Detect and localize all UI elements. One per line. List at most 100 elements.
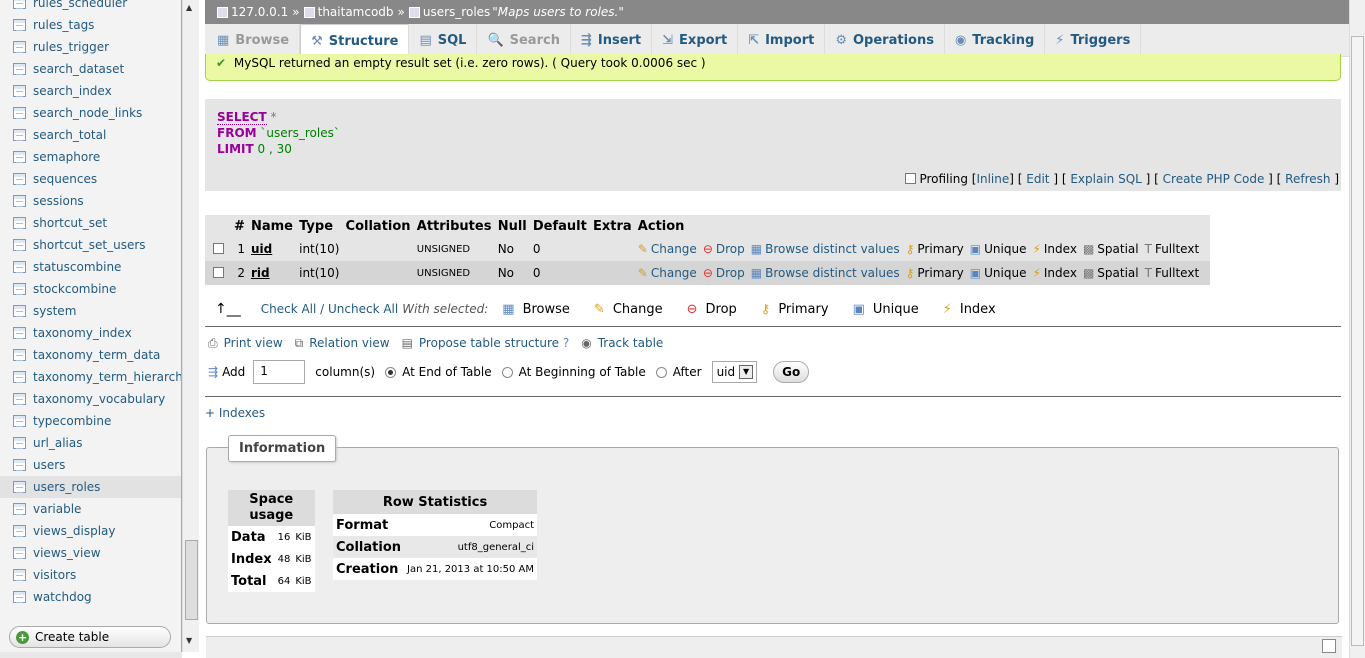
- relation-view-link[interactable]: ⧉ Relation view: [295, 336, 390, 351]
- sidebar-item-search-index[interactable]: search_index: [0, 80, 181, 102]
- go-button[interactable]: Go: [773, 361, 810, 383]
- table-icon[interactable]: [13, 85, 26, 97]
- tab-operations[interactable]: ⚙ Operations: [825, 24, 945, 57]
- breadcrumb-server[interactable]: 127.0.0.1: [231, 5, 288, 19]
- action-drop[interactable]: ⊖ Drop: [703, 242, 745, 256]
- breadcrumb-database[interactable]: thaitamcodb: [318, 5, 394, 19]
- field-name[interactable]: uid: [251, 242, 272, 256]
- table-icon[interactable]: [13, 217, 26, 229]
- sidebar-item-search-node-links[interactable]: search_node_links: [0, 102, 181, 124]
- at-beginning-radio[interactable]: [501, 366, 513, 378]
- action-unique[interactable]: ▣ Unique: [970, 266, 1027, 280]
- tab-structure[interactable]: ⚒ Structure: [300, 24, 410, 57]
- sidebar-item-url-alias[interactable]: url_alias: [0, 432, 181, 454]
- table-icon[interactable]: [13, 305, 26, 317]
- sidebar-item-watchdog[interactable]: watchdog: [0, 586, 181, 608]
- tab-tracking[interactable]: ◉ Tracking: [945, 24, 1046, 57]
- console-icon[interactable]: [1322, 639, 1336, 653]
- tab-import[interactable]: ⇱ Import: [738, 24, 826, 57]
- action-unique[interactable]: ▣ Unique: [970, 242, 1027, 256]
- action-fulltext[interactable]: T Fulltext: [1145, 266, 1200, 280]
- sidebar-item-taxonomy-term-data[interactable]: taxonomy_term_data: [0, 344, 181, 366]
- sidebar-item-system[interactable]: system: [0, 300, 181, 322]
- scroll-up-icon[interactable]: ▲: [186, 3, 192, 12]
- table-icon[interactable]: [13, 349, 26, 361]
- table-icon[interactable]: [13, 591, 26, 603]
- sidebar-item-sessions[interactable]: sessions: [0, 190, 181, 212]
- sidebar-item-typecombine[interactable]: typecombine: [0, 410, 181, 432]
- check-all-link[interactable]: Check All / Uncheck All: [261, 302, 399, 316]
- sidebar-item-views-display[interactable]: views_display: [0, 520, 181, 542]
- tab-sql[interactable]: ▤ SQL: [409, 24, 478, 57]
- profiling-checkbox[interactable]: [905, 173, 917, 184]
- field-name[interactable]: rid: [251, 266, 270, 280]
- table-row[interactable]: 2 rid int(10) UNSIGNED No 0 ✎ Change ⊖ Drop ▦ Brows…: [205, 261, 1210, 285]
- bulk-browse-button[interactable]: ▦ Browse: [502, 302, 570, 317]
- action-spatial[interactable]: ▩ Spatial: [1083, 242, 1139, 256]
- tab-search[interactable]: 🔍 Search: [477, 24, 571, 57]
- sidebar-item-rules-tags[interactable]: rules_tags: [0, 14, 181, 36]
- action-change[interactable]: ✎ Change: [638, 242, 697, 256]
- sidebar-item-rules-scheduler[interactable]: rules_scheduler: [0, 0, 181, 14]
- bulk-change-button[interactable]: ✎ Change: [594, 302, 663, 317]
- sidebar-item-visitors[interactable]: visitors: [0, 564, 181, 586]
- table-icon[interactable]: [13, 437, 26, 449]
- table-icon[interactable]: [13, 41, 26, 53]
- bulk-primary-button[interactable]: ⚷ Primary: [761, 302, 829, 317]
- at-end-label[interactable]: At End of Table: [402, 365, 492, 379]
- sql-link-inline[interactable]: Inline: [976, 172, 1009, 186]
- table-icon[interactable]: [13, 0, 26, 9]
- action-drop[interactable]: ⊖ Drop: [703, 266, 745, 280]
- action-index[interactable]: ⚡ Index: [1032, 266, 1076, 280]
- action-primary[interactable]: ⚷ Primary: [906, 266, 964, 280]
- sql-link-refresh[interactable]: Refresh: [1285, 172, 1330, 186]
- sidebar-item-variable[interactable]: variable: [0, 498, 181, 520]
- at-beginning-label[interactable]: At Beginning of Table: [519, 365, 646, 379]
- table-icon[interactable]: [13, 569, 26, 581]
- table-icon[interactable]: [13, 547, 26, 559]
- page-scroll-thumb[interactable]: [1351, 36, 1364, 646]
- track-table-link[interactable]: ◉ Track table: [581, 336, 663, 350]
- sidebar-item-shortcut-set[interactable]: shortcut_set: [0, 212, 181, 234]
- bulk-drop-button[interactable]: ⊖ Drop: [687, 302, 737, 317]
- table-icon[interactable]: [13, 261, 26, 273]
- table-icon[interactable]: [13, 481, 26, 493]
- after-label[interactable]: After: [673, 365, 702, 379]
- at-end-radio[interactable]: [385, 366, 397, 378]
- tab-insert[interactable]: ⇶ Insert: [571, 24, 653, 57]
- table-icon[interactable]: [13, 371, 26, 383]
- print-view-link[interactable]: ⎙ Print view: [208, 336, 283, 351]
- row-checkbox[interactable]: [213, 243, 224, 254]
- sidebar-item-views-view[interactable]: views_view: [0, 542, 181, 564]
- table-icon[interactable]: [13, 129, 26, 141]
- bulk-index-button[interactable]: ⚡ Index: [943, 302, 996, 317]
- tab-triggers[interactable]: ⚡ Triggers: [1045, 24, 1142, 57]
- action-spatial[interactable]: ▩ Spatial: [1083, 266, 1139, 280]
- table-icon[interactable]: [13, 283, 26, 295]
- table-row[interactable]: 1 uid int(10) UNSIGNED No 0 ✎ Change ⊖ Drop ▦ Brows…: [205, 237, 1210, 261]
- sidebar-item-sequences[interactable]: sequences: [0, 168, 181, 190]
- sidebar-item-users-roles[interactable]: users_roles: [0, 476, 181, 498]
- table-icon[interactable]: [13, 525, 26, 537]
- sidebar-item-taxonomy-index[interactable]: taxonomy_index: [0, 322, 181, 344]
- table-icon[interactable]: [13, 151, 26, 163]
- sidebar-item-rules-trigger[interactable]: rules_trigger: [0, 36, 181, 58]
- help-icon[interactable]: ?: [563, 336, 569, 350]
- scroll-down-icon[interactable]: ▼: [186, 636, 192, 645]
- sql-link-create-php[interactable]: Create PHP Code: [1163, 172, 1265, 186]
- sidebar-item-stockcombine[interactable]: stockcombine: [0, 278, 181, 300]
- after-field-select[interactable]: uid ▼: [711, 361, 758, 383]
- sql-link-explain[interactable]: Explain SQL: [1070, 172, 1142, 186]
- table-icon[interactable]: [13, 415, 26, 427]
- action-fulltext[interactable]: T Fulltext: [1145, 242, 1200, 256]
- sidebar-item-shortcut-set-users[interactable]: shortcut_set_users: [0, 234, 181, 256]
- sidebar-horizontal-scrollbar[interactable]: [0, 652, 182, 658]
- action-change[interactable]: ✎ Change: [638, 266, 697, 280]
- propose-structure-link[interactable]: ▤ Propose table structure ?: [402, 336, 570, 350]
- table-icon[interactable]: [13, 173, 26, 185]
- sql-link-edit[interactable]: Edit: [1026, 172, 1049, 186]
- page-scrollbar[interactable]: [1349, 0, 1365, 658]
- table-icon[interactable]: [13, 327, 26, 339]
- sidebar-item-taxonomy-term-hierarchy[interactable]: taxonomy_term_hierarchy: [0, 366, 181, 388]
- indexes-toggle-link[interactable]: + Indexes: [205, 406, 265, 420]
